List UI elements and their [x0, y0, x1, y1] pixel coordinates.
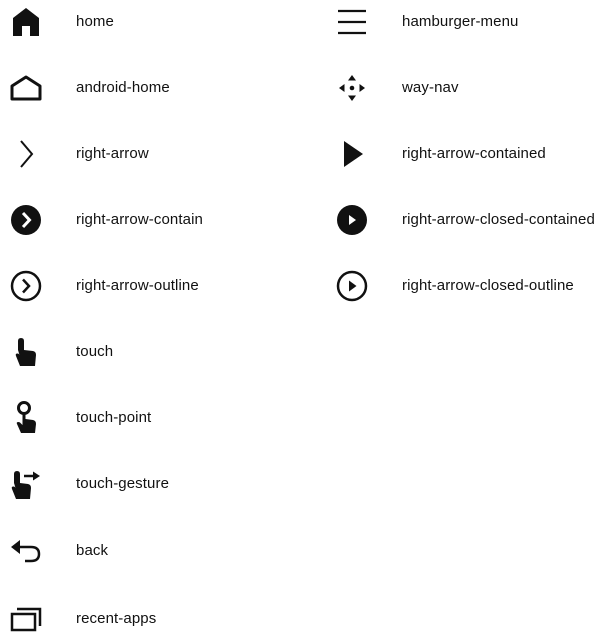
- icon-label: android-home: [76, 79, 170, 96]
- android-home-icon: [8, 70, 44, 106]
- icon-label: right-arrow-closed-outline: [402, 277, 574, 294]
- icon-label: touch-point: [76, 409, 152, 426]
- right-arrow-outline-icon: [8, 268, 44, 304]
- touch-point-icon: [8, 400, 44, 436]
- icon-entry-recent-apps: recent-apps: [8, 599, 156, 639]
- icon-entry-right-arrow: right-arrow: [8, 134, 149, 174]
- icon-label: home: [76, 13, 114, 30]
- right-arrow-contained-icon: [334, 136, 370, 172]
- icon-label: back: [76, 542, 109, 559]
- icon-entry-right-arrow-closed-outline: right-arrow-closed-outline: [334, 266, 574, 306]
- right-arrow-contain-icon: [8, 202, 44, 238]
- icon-entry-right-arrow-closed-contained: right-arrow-closed-contained: [334, 200, 595, 240]
- icon-label: touch: [76, 343, 114, 360]
- right-arrow-closed-contained-icon: [334, 202, 370, 238]
- icon-label: way-nav: [402, 79, 459, 96]
- icon-entry-way-nav: way-nav: [334, 68, 459, 108]
- icon-label: right-arrow: [76, 145, 149, 162]
- icon-label: touch-gesture: [76, 475, 170, 492]
- icon-label: hamburger-menu: [402, 13, 519, 30]
- icon-label: right-arrow-contain: [76, 211, 203, 228]
- icon-entry-right-arrow-contain: right-arrow-contain: [8, 200, 203, 240]
- right-arrow-closed-outline-icon: [334, 268, 370, 304]
- icon-entry-home: home: [8, 2, 114, 42]
- touch-icon: [8, 334, 44, 370]
- way-nav-icon: [334, 70, 370, 106]
- icon-entry-right-arrow-contained: right-arrow-contained: [334, 134, 546, 174]
- icon-entry-touch-gesture: touch-gesture: [8, 464, 169, 504]
- icon-label: right-arrow-contained: [402, 145, 546, 162]
- icon-entry-android-home: android-home: [8, 68, 170, 108]
- icon-label: right-arrow-closed-contained: [402, 211, 595, 228]
- recent-apps-icon: [8, 601, 44, 637]
- icon-label: recent-apps: [76, 610, 157, 627]
- icon-entry-back: back: [8, 531, 108, 571]
- icon-entry-touch: touch: [8, 332, 113, 372]
- back-icon: [8, 533, 44, 569]
- touch-gesture-icon: [8, 466, 44, 502]
- right-arrow-icon: [8, 136, 44, 172]
- icon-label: right-arrow-outline: [76, 277, 199, 294]
- home-icon: [8, 4, 44, 40]
- icon-entry-right-arrow-outline: right-arrow-outline: [8, 266, 199, 306]
- icon-entry-hamburger-menu: hamburger-menu: [334, 2, 518, 42]
- hamburger-menu-icon: [334, 4, 370, 40]
- icon-entry-touch-point: touch-point: [8, 398, 151, 438]
